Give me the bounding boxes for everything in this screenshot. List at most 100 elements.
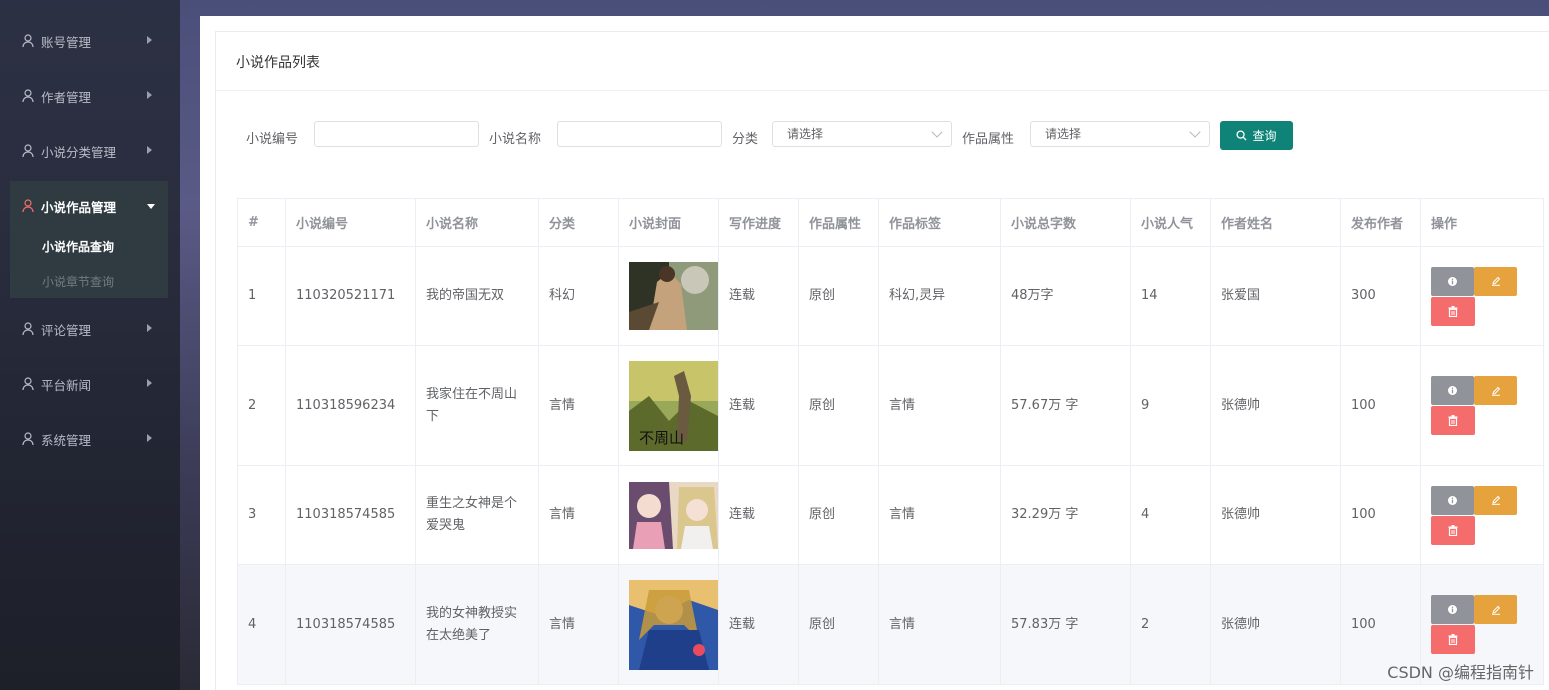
category-select-value: 请选择 (787, 127, 824, 141)
sidebar-item-news[interactable]: 平台新闻 (0, 364, 170, 404)
cell-cover: 不周山 (618, 345, 719, 466)
novel-name-input[interactable] (557, 121, 722, 147)
cell-popularity: 4 (1130, 465, 1211, 565)
chevron-right-icon (147, 434, 152, 442)
sidebar-item-label: 作者管理 (41, 89, 92, 105)
cell-actions (1420, 465, 1544, 565)
cell-popularity: 2 (1130, 564, 1211, 685)
cell-index: 3 (237, 465, 286, 565)
cell-cover (618, 465, 719, 565)
cell-category: 言情 (538, 465, 619, 565)
cell-actions (1420, 345, 1544, 466)
cell-novel-name: 我的女神教授实在太绝美了 (415, 564, 539, 685)
delete-icon (1448, 305, 1458, 317)
cell-progress: 连载 (718, 564, 799, 685)
col-author: 作者姓名 (1210, 198, 1341, 247)
chevron-right-icon (147, 91, 152, 99)
table-row: 1 110320521171 我的帝国无双 科幻 连载 原创 科幻,灵异 48万… (237, 246, 1544, 346)
col-index: # (237, 198, 286, 247)
cell-actions (1420, 246, 1544, 346)
sidebar-item-comments[interactable]: 评论管理 (0, 309, 170, 349)
delete-button[interactable] (1431, 625, 1475, 654)
col-attribute: 作品属性 (798, 198, 879, 247)
edit-icon (1491, 605, 1500, 615)
edit-button[interactable] (1474, 376, 1517, 405)
cell-tags: 科幻,灵异 (878, 246, 1001, 346)
edit-icon (1491, 276, 1500, 286)
cell-progress: 连载 (718, 345, 799, 466)
edit-button[interactable] (1474, 595, 1517, 624)
table-row: 2 110318596234 我家住在不周山下 言情 不周山 连载 原创 言情 … (237, 345, 1544, 466)
chevron-down-icon (1189, 126, 1201, 138)
sidebar-item-account[interactable]: 账号管理 (0, 21, 170, 61)
cell-publisher: 100 (1340, 465, 1421, 565)
edit-button[interactable] (1474, 266, 1517, 296)
title-divider (216, 90, 1549, 91)
edit-icon (1491, 386, 1500, 396)
cell-index: 4 (237, 564, 286, 685)
sidebar-subitem-works-query[interactable]: 小说作品查询 (42, 238, 114, 255)
sidebar: 账号管理 作者管理 小说分类管理 小说作品管理 小说作品查询 小说章节查询 评论… (0, 0, 180, 690)
sidebar-subitem-chapters-query[interactable]: 小说章节查询 (42, 273, 114, 290)
novel-no-label: 小说编号 (246, 132, 299, 147)
search-button-label: 查询 (1252, 129, 1277, 143)
cover-image-anime-girls (629, 481, 718, 549)
search-icon (1236, 130, 1248, 141)
cell-cover (618, 564, 719, 685)
sidebar-item-system[interactable]: 系统管理 (0, 419, 170, 459)
delete-icon (1448, 415, 1458, 426)
attribute-select[interactable]: 请选择 (1030, 121, 1210, 147)
delete-button[interactable] (1431, 296, 1475, 326)
chevron-right-icon (147, 146, 152, 154)
sidebar-item-authors[interactable]: 作者管理 (0, 76, 170, 116)
cell-novel-no: 110318596234 (285, 345, 416, 466)
edit-button[interactable] (1474, 485, 1517, 515)
cell-novel-no: 110318574585 (285, 564, 416, 685)
novel-no-input[interactable] (314, 121, 479, 147)
cell-novel-no: 110318574585 (285, 465, 416, 565)
cover-text: 不周山 (639, 429, 684, 447)
cell-words: 48万字 (1000, 246, 1131, 346)
cell-tags: 言情 (878, 564, 1001, 685)
sidebar-item-label: 小说分类管理 (41, 144, 117, 160)
view-button[interactable] (1431, 595, 1474, 624)
category-select[interactable]: 请选择 (772, 121, 952, 147)
cell-cover (618, 246, 719, 346)
col-actions: 操作 (1420, 198, 1544, 247)
view-button[interactable] (1431, 376, 1474, 405)
sidebar-item-label: 小说作品管理 (41, 199, 117, 215)
delete-button[interactable] (1431, 515, 1475, 545)
sidebar-item-works[interactable]: 小说作品管理 (0, 186, 170, 226)
cover-image-warrior (629, 262, 718, 330)
cell-attribute: 原创 (798, 345, 879, 466)
cell-attribute: 原创 (798, 246, 879, 346)
main-card: 小说作品列表 小说编号 小说名称 分类 请选择 作品属性 请选择 查询 # 小说… (200, 16, 1549, 690)
search-button[interactable]: 查询 (1220, 121, 1293, 150)
sidebar-item-categories[interactable]: 小说分类管理 (0, 131, 170, 171)
cell-category: 言情 (538, 564, 619, 685)
col-category: 分类 (538, 198, 619, 247)
cell-attribute: 原创 (798, 465, 879, 565)
cell-tags: 言情 (878, 345, 1001, 466)
col-progress: 写作进度 (718, 198, 799, 247)
cell-author: 张爱国 (1210, 246, 1341, 346)
col-novel-no: 小说编号 (285, 198, 416, 247)
delete-button[interactable] (1431, 406, 1475, 435)
cell-publisher: 100 (1340, 345, 1421, 466)
info-icon (1448, 276, 1457, 286)
category-label: 分类 (732, 132, 759, 147)
cell-author: 张德帅 (1210, 465, 1341, 565)
view-button[interactable] (1431, 485, 1474, 515)
col-novel-name: 小说名称 (415, 198, 539, 247)
user-icon (22, 144, 34, 158)
novel-table: # 小说编号 小说名称 分类 小说封面 写作进度 作品属性 作品标签 小说总字数… (237, 198, 1544, 685)
view-button[interactable] (1431, 266, 1474, 296)
sidebar-item-label: 账号管理 (41, 34, 92, 50)
chevron-right-icon (147, 324, 152, 332)
page-title: 小说作品列表 (236, 55, 320, 71)
table-row: 3 110318574585 重生之女神是个爱哭鬼 言情 连载 原创 言情 32… (237, 465, 1544, 565)
chevron-right-icon (147, 379, 152, 387)
col-words: 小说总字数 (1000, 198, 1131, 247)
csdn-watermark: CSDN @编程指南针 (1387, 663, 1534, 682)
user-icon (22, 432, 34, 446)
